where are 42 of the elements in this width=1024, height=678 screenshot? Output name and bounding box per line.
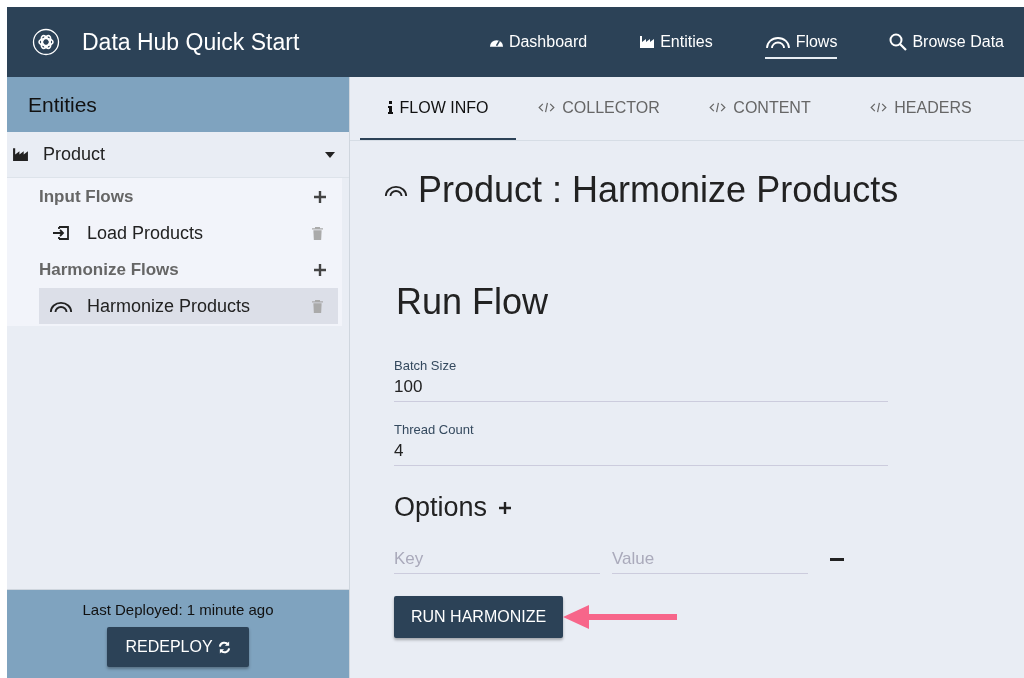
flow-item[interactable]: Load Products — [39, 215, 338, 251]
app-title: Data Hub Quick Start — [82, 28, 300, 56]
sidebar-title: Entities — [28, 92, 97, 117]
input-field[interactable]: Thread Count 4 — [394, 422, 888, 466]
group-label: Input Flows — [39, 186, 134, 207]
key-field[interactable]: Key — [394, 545, 600, 574]
factory-icon — [639, 35, 656, 49]
nav-link[interactable]: Flows — [764, 25, 838, 59]
last-deployed-text: Last Deployed: 1 minute ago — [82, 601, 274, 618]
add-icon[interactable] — [499, 501, 512, 514]
entity-name: Product — [43, 144, 107, 165]
flow-item[interactable]: Harmonize Products — [39, 288, 338, 324]
search-icon — [889, 33, 908, 51]
tab[interactable]: COLLECTOR — [521, 77, 677, 140]
group-label: Harmonize Flows — [39, 259, 179, 280]
tab[interactable]: FLOW INFO — [360, 77, 516, 140]
code-icon — [870, 102, 888, 113]
caret-icon — [325, 151, 335, 158]
arcs-icon — [384, 183, 408, 197]
remove-icon[interactable] — [830, 557, 844, 562]
tab[interactable]: CONTENT — [682, 77, 838, 140]
arcs-icon — [764, 35, 791, 49]
refresh-icon — [217, 640, 231, 654]
factory-icon — [12, 147, 29, 162]
flow-title: Product : Harmonize Products — [418, 169, 899, 211]
run-button[interactable]: RUN HARMONIZE — [394, 596, 564, 638]
arcs-icon — [49, 299, 73, 313]
code-icon — [709, 102, 727, 113]
nav-link[interactable]: Browse Data — [889, 25, 1004, 59]
nav-link[interactable]: Dashboard — [488, 25, 588, 59]
tab[interactable]: HEADERS — [843, 77, 999, 140]
add-icon[interactable] — [314, 190, 326, 203]
value-field[interactable]: Value — [612, 545, 808, 574]
section-heading: Run Flow — [396, 281, 550, 323]
add-icon[interactable] — [314, 263, 326, 276]
info-icon — [387, 101, 393, 114]
code-icon — [538, 102, 556, 113]
nav-link[interactable]: Entities — [639, 25, 713, 59]
input-field[interactable]: Batch Size 100 — [394, 358, 888, 402]
logo-icon — [32, 28, 60, 56]
redeploy-button[interactable]: REDEPLOY — [107, 627, 249, 667]
section-heading: Options — [394, 492, 488, 523]
